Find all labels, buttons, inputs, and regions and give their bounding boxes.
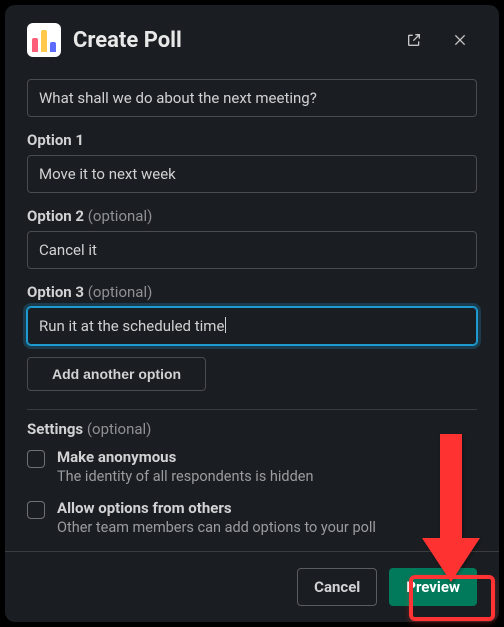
setting-make-anonymous[interactable]: Make anonymous The identity of all respo…: [27, 448, 477, 485]
option-3-input[interactable]: Run it at the scheduled time: [27, 307, 477, 345]
option-2-input[interactable]: Cancel it: [27, 231, 477, 269]
setting-desc: The identity of all respondents is hidde…: [57, 468, 313, 485]
close-icon[interactable]: [443, 23, 477, 57]
option-2-label: Option 2 (optional): [27, 207, 477, 225]
modal-title: Create Poll: [73, 28, 385, 53]
option-3-label: Option 3 (optional): [27, 283, 477, 301]
option-1-input[interactable]: Move it to next week: [27, 155, 477, 193]
setting-allow-options[interactable]: Allow options from others Other team mem…: [27, 499, 477, 536]
checkbox-allow-options[interactable]: [27, 501, 45, 519]
checkbox-make-anonymous[interactable]: [27, 450, 45, 468]
setting-title: Make anonymous: [57, 448, 313, 466]
text-caret: [225, 317, 226, 333]
setting-title: Allow options from others: [57, 499, 376, 517]
settings-heading: Settings (optional): [27, 420, 477, 438]
option-2-value: Cancel it: [39, 241, 97, 259]
open-external-icon[interactable]: [397, 23, 431, 57]
divider: [27, 409, 477, 410]
add-another-option-button[interactable]: Add another option: [27, 357, 206, 391]
modal-footer: Cancel Preview: [5, 551, 499, 622]
create-poll-modal: Create Poll What shall we do about the n…: [5, 5, 499, 622]
option-1-label: Option 1: [27, 131, 477, 149]
question-input[interactable]: What shall we do about the next meeting?: [27, 79, 477, 117]
question-value: What shall we do about the next meeting?: [39, 89, 317, 107]
setting-desc: Other team members can add options to yo…: [57, 519, 376, 536]
preview-button[interactable]: Preview: [389, 568, 477, 606]
option-3-value: Run it at the scheduled time: [39, 317, 224, 335]
poll-app-icon: [27, 23, 61, 57]
modal-header: Create Poll: [5, 5, 499, 63]
cancel-button[interactable]: Cancel: [297, 568, 377, 606]
modal-body: What shall we do about the next meeting?…: [5, 63, 499, 551]
option-1-value: Move it to next week: [39, 165, 176, 183]
